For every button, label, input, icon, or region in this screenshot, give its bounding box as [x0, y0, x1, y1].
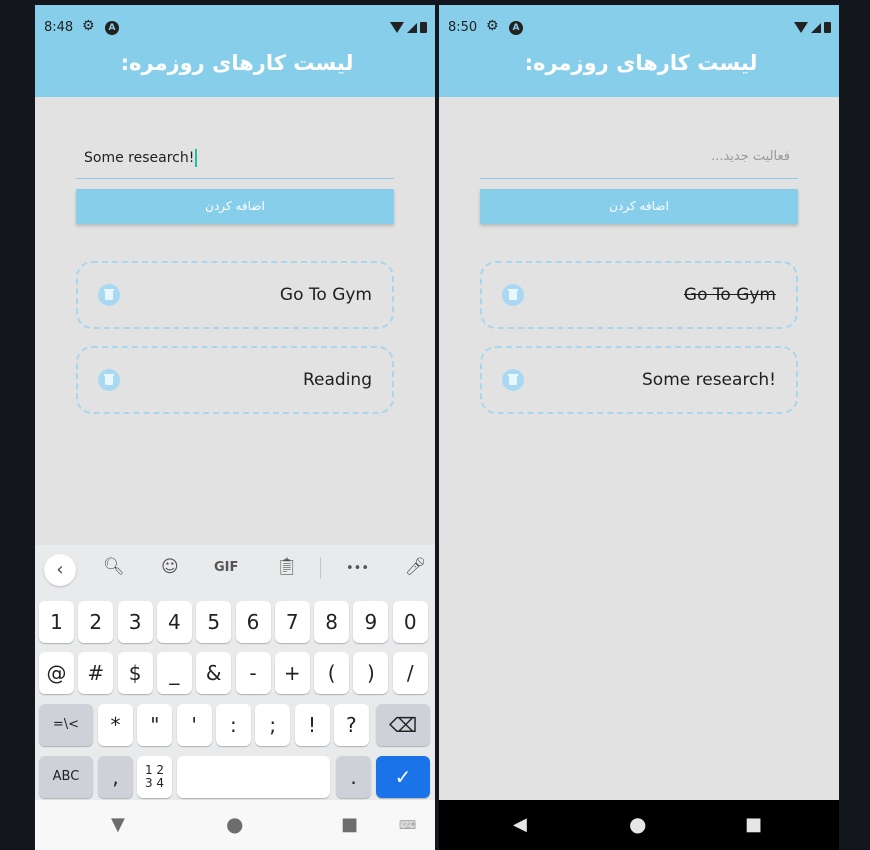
mic-icon[interactable]: 🎤︎ — [405, 557, 427, 577]
home-nav-icon[interactable]: ● — [226, 812, 243, 836]
key-symbol[interactable]: & — [196, 652, 232, 694]
trash-icon[interactable] — [98, 369, 120, 391]
app-bar: 8:48 ⚙ A لیست کارهای روزمره: — [35, 5, 435, 97]
key-symbol[interactable]: * — [98, 704, 133, 746]
page-title: لیست کارهای روزمره: — [120, 51, 354, 75]
task-text[interactable]: Some research! — [642, 370, 776, 390]
enter-key[interactable]: ✓ — [376, 756, 430, 798]
battery-icon — [420, 22, 427, 33]
key-symbols-toggle[interactable]: =\< — [39, 704, 93, 746]
key-symbol[interactable]: - — [235, 652, 271, 694]
key-digit[interactable]: 8 — [314, 601, 350, 643]
add-button[interactable]: اضافه کردن — [480, 189, 798, 224]
gif-button[interactable]: GIF — [214, 560, 238, 575]
key-symbol[interactable]: ! — [294, 704, 330, 746]
more-icon[interactable]: ••• — [346, 561, 369, 576]
key-digit[interactable]: 4 — [156, 601, 192, 643]
recents-nav-icon[interactable]: ■ — [341, 814, 358, 835]
wifi-icon — [390, 22, 404, 33]
new-task-input[interactable]: فعالیت جدید... — [480, 143, 798, 179]
task-item[interactable]: Some research! — [480, 346, 798, 414]
key-symbol[interactable]: : — [215, 704, 251, 746]
search-icon[interactable]: 🔍︎ — [103, 557, 125, 577]
status-icons — [390, 22, 427, 33]
nav-bar: ▼ ● ■ ⌨ — [35, 800, 435, 850]
task-item[interactable]: Reading — [76, 346, 394, 414]
clipboard-icon[interactable]: 📋︎ — [276, 557, 298, 577]
key-symbol[interactable]: ) — [353, 652, 389, 694]
key-digit[interactable]: 3 — [117, 601, 153, 643]
signal-icon — [811, 22, 821, 33]
status-time: 8:50 — [448, 20, 478, 35]
key-symbol[interactable]: " — [137, 704, 173, 746]
back-nav-icon[interactable]: ▼ — [111, 814, 125, 835]
key-numpad[interactable]: 1 23 4 — [137, 756, 172, 798]
keyboard-switch-icon[interactable]: ⌨ — [399, 818, 416, 832]
task-text-done[interactable]: Go To Gym — [684, 285, 776, 305]
backspace-key[interactable]: ⌫ — [376, 704, 430, 746]
key-digit[interactable]: 5 — [196, 601, 232, 643]
key-symbol[interactable]: ( — [314, 652, 350, 694]
trash-icon[interactable] — [502, 284, 524, 306]
key-symbol[interactable]: # — [78, 652, 114, 694]
sticker-icon[interactable]: ☺ — [161, 557, 179, 577]
recents-nav-icon[interactable]: ■ — [745, 814, 762, 835]
key-digit[interactable]: 6 — [235, 601, 271, 643]
home-nav-icon[interactable]: ● — [629, 812, 646, 836]
task-item[interactable]: Go To Gym — [76, 261, 394, 329]
page-title: لیست کارهای روزمره: — [524, 51, 758, 75]
toolbar-divider — [320, 557, 321, 579]
settings-icon: ⚙ — [486, 18, 499, 34]
trash-icon[interactable] — [502, 369, 524, 391]
key-symbol[interactable]: + — [274, 652, 310, 694]
key-digit[interactable]: 2 — [78, 601, 114, 643]
phone-right: 8:50 ⚙ A لیست کارهای روزمره: فعالیت جدید… — [439, 5, 839, 850]
key-symbol[interactable]: / — [392, 652, 428, 694]
key-digit[interactable]: 9 — [353, 601, 389, 643]
task-text[interactable]: Reading — [303, 370, 372, 390]
key-symbol[interactable]: @ — [39, 652, 74, 694]
new-task-input[interactable]: Some research! — [76, 143, 394, 179]
soft-keyboard: ‹ 🔍︎ ☺ GIF 📋︎ ••• 🎤︎ 1 2 3 4 5 6 7 8 9 0 @ # $ _ & - +()… — [35, 545, 435, 800]
key-comma[interactable]: , — [98, 756, 133, 798]
key-symbol[interactable]: ' — [176, 704, 212, 746]
input-placeholder: فعالیت جدید... — [711, 149, 790, 164]
nav-bar: ◀ ● ■ — [439, 800, 839, 850]
screenshot-canvas: 8:48 ⚙ A لیست کارهای روزمره: Some resear… — [0, 0, 870, 850]
key-period[interactable]: . — [336, 756, 371, 798]
wifi-icon — [794, 22, 808, 33]
back-icon[interactable]: ‹ — [44, 554, 76, 586]
key-digit[interactable]: 1 — [39, 601, 74, 643]
notification-icon: A — [509, 21, 523, 35]
status-icons — [794, 22, 831, 33]
signal-icon — [407, 22, 417, 33]
key-digit[interactable]: 7 — [274, 601, 310, 643]
battery-icon — [824, 22, 831, 33]
key-symbol[interactable]: ? — [333, 704, 369, 746]
settings-icon: ⚙ — [82, 18, 95, 34]
status-time: 8:48 — [44, 20, 74, 35]
task-text[interactable]: Go To Gym — [280, 285, 372, 305]
key-numpad-bottom: 3 4 — [144, 776, 165, 790]
notification-icon: A — [105, 21, 119, 35]
keyboard-toolbar: ‹ 🔍︎ ☺ GIF 📋︎ ••• 🎤︎ — [35, 545, 435, 593]
add-button[interactable]: اضافه کردن — [76, 189, 394, 224]
trash-icon[interactable] — [98, 284, 120, 306]
back-nav-icon[interactable]: ◀ — [513, 814, 527, 835]
key-symbol[interactable]: $ — [117, 652, 153, 694]
phone-left: 8:48 ⚙ A لیست کارهای روزمره: Some resear… — [35, 5, 435, 850]
key-abc[interactable]: ABC — [39, 756, 93, 798]
key-symbol[interactable]: _ — [156, 652, 192, 694]
task-item[interactable]: Go To Gym — [480, 261, 798, 329]
input-value: Some research! — [84, 150, 195, 166]
key-symbol[interactable]: ; — [255, 704, 291, 746]
space-key[interactable] — [177, 756, 330, 798]
text-caret — [195, 149, 198, 167]
key-digit[interactable]: 0 — [392, 601, 428, 643]
app-bar: 8:50 ⚙ A لیست کارهای روزمره: — [439, 5, 839, 97]
